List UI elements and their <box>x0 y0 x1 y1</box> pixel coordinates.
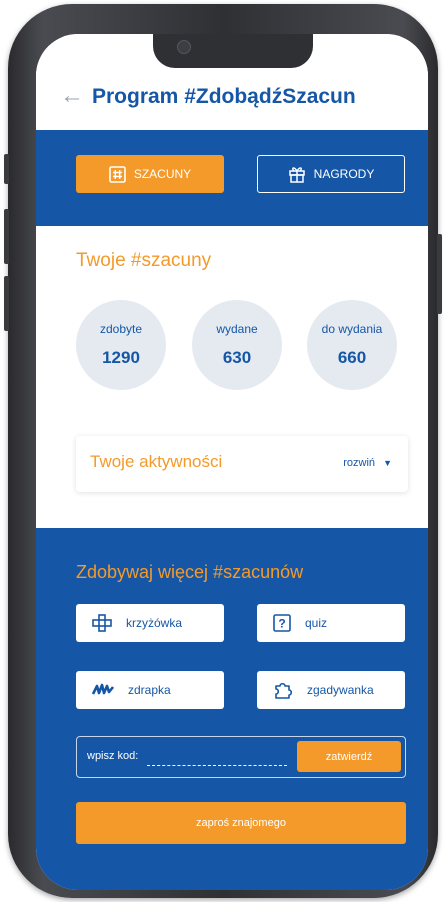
game-label: zgadywanka <box>307 683 374 697</box>
caret-down-icon: ▼ <box>383 458 392 468</box>
hash-box-icon <box>109 165 126 183</box>
confirm-button[interactable]: zatwierdź <box>297 741 401 772</box>
page-title: Program #ZdobądźSzacun <box>92 85 356 108</box>
phone-notch <box>153 34 313 68</box>
crossword-icon <box>92 614 112 632</box>
game-label: zdrapka <box>128 683 171 697</box>
scratch-button[interactable]: zdrapka <box>76 671 224 709</box>
game-label: krzyżówka <box>126 616 183 630</box>
phone-frame: ← Program #ZdobądźSzacun SZACUNY NAGRODY… <box>4 4 442 898</box>
tab-label: NAGRODY <box>313 167 375 181</box>
phone-side-button <box>4 276 9 331</box>
code-input[interactable] <box>147 749 287 766</box>
stat-value: 1290 <box>102 348 140 367</box>
gift-icon <box>288 165 306 183</box>
stat-value: 630 <box>222 348 252 367</box>
app-screen: ← Program #ZdobądźSzacun SZACUNY NAGRODY… <box>36 34 428 890</box>
code-label: wpisz kod: <box>87 750 139 762</box>
camera-icon <box>177 40 191 54</box>
stat-earned: zdobyte 1290 <box>76 300 166 390</box>
stat-spent: wydane 630 <box>192 300 282 390</box>
expand-toggle[interactable]: rozwiń ▼ <box>343 457 392 469</box>
phone-side-button <box>437 234 442 314</box>
quiz-button[interactable]: ? quiz <box>257 604 405 642</box>
points-section-title: Twoje #szacuny <box>76 250 212 271</box>
arrow-left-icon[interactable]: ← <box>60 84 84 108</box>
stat-label: zdobyte <box>99 322 143 336</box>
invite-friend-button[interactable]: zaproś znajomego <box>76 802 406 844</box>
tab-szacuny[interactable]: SZACUNY <box>76 155 224 193</box>
stat-label: wydane <box>216 322 258 336</box>
phone-side-button <box>4 209 9 264</box>
tab-bar: SZACUNY NAGRODY <box>36 130 428 226</box>
puzzle-icon <box>273 681 293 699</box>
stat-value: 660 <box>337 348 367 367</box>
tab-nagrody[interactable]: NAGRODY <box>257 155 405 193</box>
tab-label: SZACUNY <box>133 167 192 181</box>
crossword-button[interactable]: krzyżówka <box>76 604 224 642</box>
stat-label: do wydania <box>321 322 383 336</box>
activities-card[interactable]: Twoje aktywności rozwiń ▼ <box>76 436 408 492</box>
activities-title: Twoje aktywności <box>90 452 223 471</box>
scratch-icon <box>92 683 114 697</box>
earn-section-title: Zdobywaj więcej #szacunów <box>76 562 304 582</box>
game-label: quiz <box>305 616 328 630</box>
stat-available: do wydania 660 <box>307 300 397 390</box>
code-form: wpisz kod: zatwierdź <box>76 736 406 778</box>
svg-text:?: ? <box>278 617 285 631</box>
question-box-icon: ? <box>273 614 291 632</box>
guessing-button[interactable]: zgadywanka <box>257 671 405 709</box>
phone-side-button <box>4 154 9 184</box>
expand-label: rozwiń <box>343 457 376 469</box>
